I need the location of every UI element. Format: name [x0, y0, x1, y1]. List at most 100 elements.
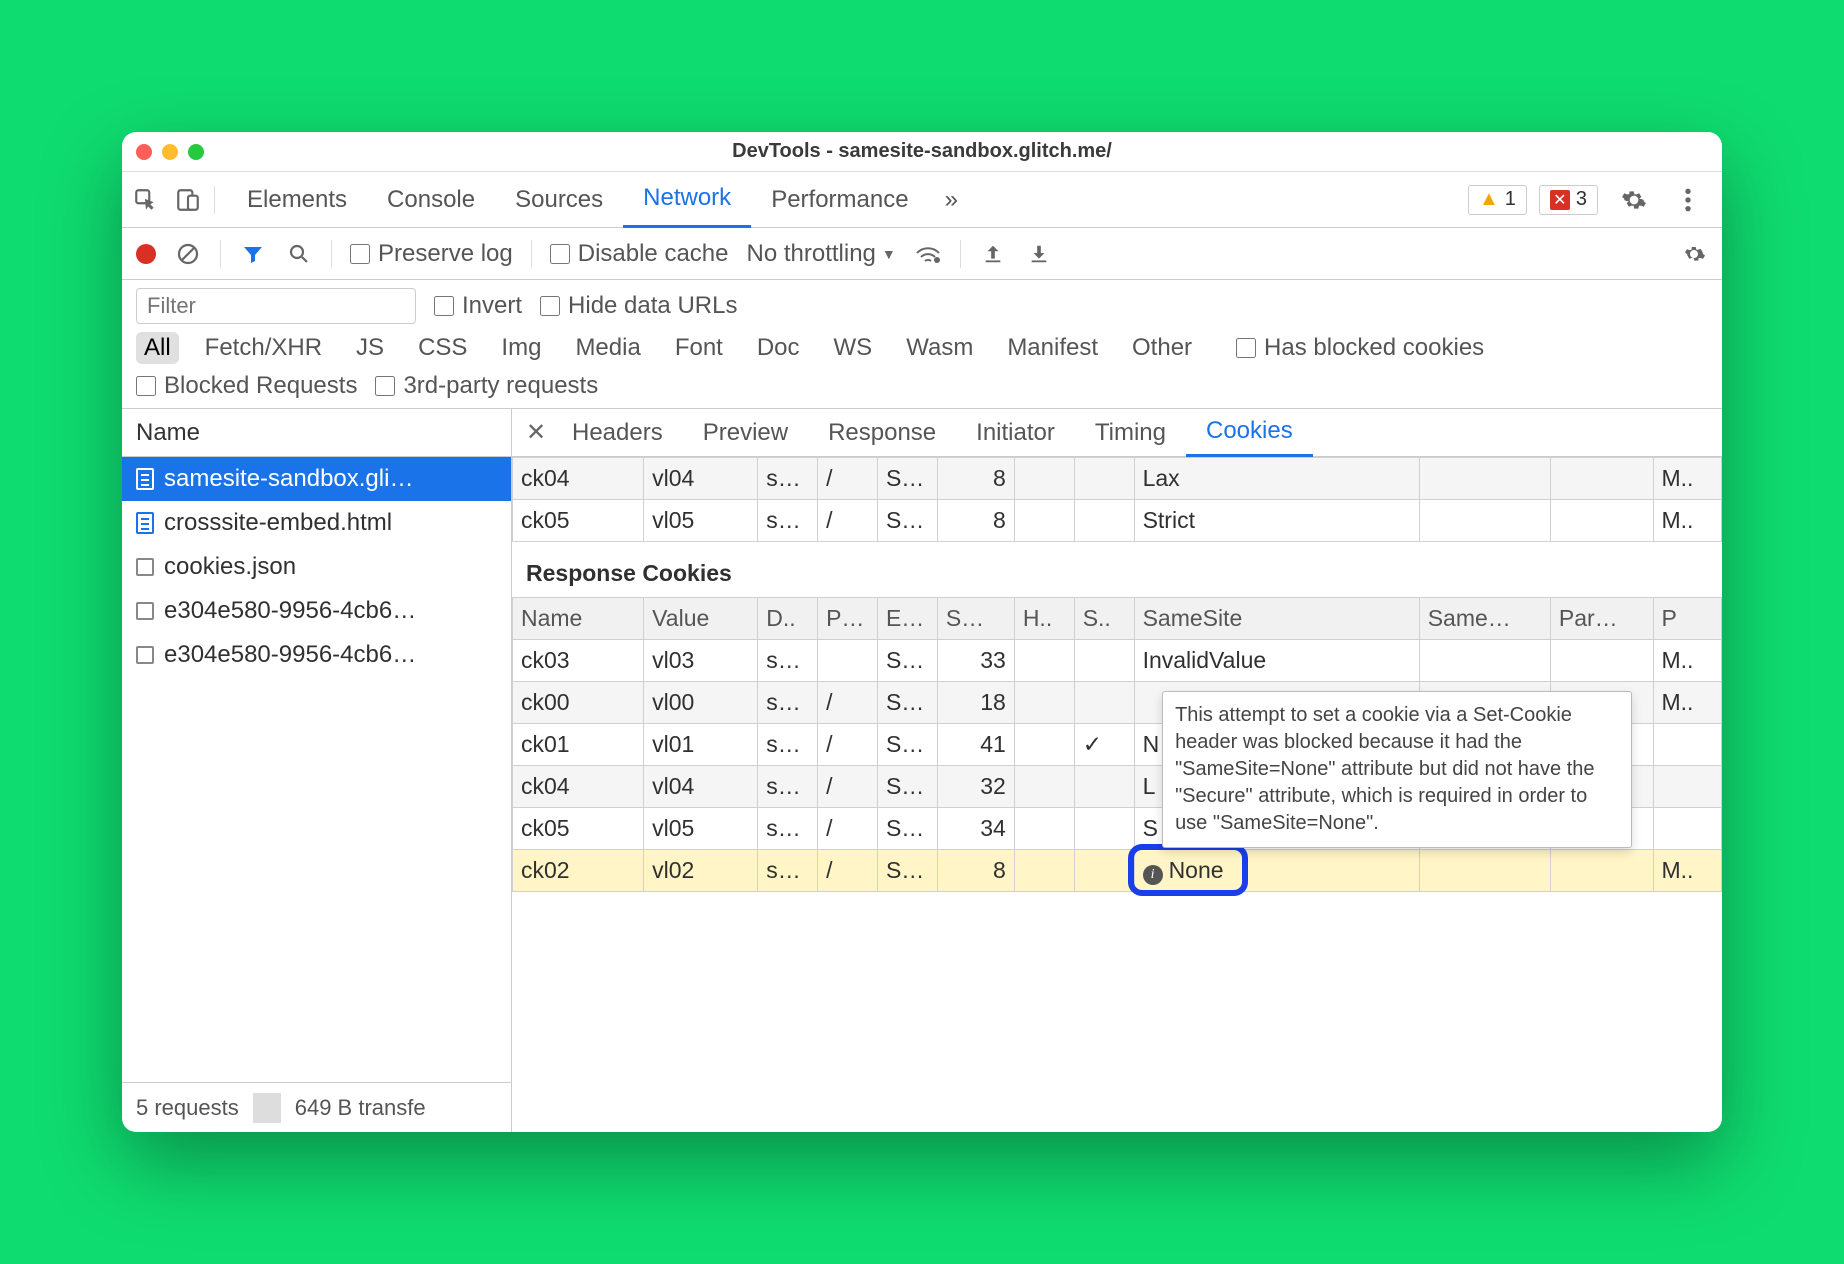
detail-tab-headers[interactable]: Headers [552, 409, 683, 457]
column-header-e[interactable]: E… [877, 598, 937, 640]
close-detail-icon[interactable]: ✕ [520, 418, 552, 447]
file-icon [136, 602, 154, 620]
detail-panel: ✕ HeadersPreviewResponseInitiatorTimingC… [512, 409, 1722, 1132]
tab-performance[interactable]: Performance [751, 172, 928, 228]
cell-d: s… [758, 850, 818, 892]
cell-s: 32 [937, 766, 1014, 808]
column-header-samesite[interactable]: SameSite [1134, 598, 1419, 640]
column-header-h[interactable]: H.. [1014, 598, 1074, 640]
request-item[interactable]: cookies.json [122, 545, 511, 589]
tab-overflow[interactable]: » [935, 172, 968, 228]
detail-tab-cookies[interactable]: Cookies [1186, 409, 1313, 457]
cell-p: / [818, 682, 878, 724]
blocked-requests-checkbox[interactable]: Blocked Requests [136, 372, 357, 400]
filter-type-other[interactable]: Other [1124, 332, 1200, 364]
detail-tab-response[interactable]: Response [808, 409, 956, 457]
table-row[interactable]: ck04vl04s…/S…8LaxM.. [513, 458, 1722, 500]
filter-type-ws[interactable]: WS [826, 332, 881, 364]
cell-name: ck01 [513, 724, 644, 766]
table-row[interactable]: ck03vl03s…S…33InvalidValueM.. [513, 640, 1722, 682]
tab-sources[interactable]: Sources [495, 172, 623, 228]
filter-type-wasm[interactable]: Wasm [898, 332, 981, 364]
cell-pri [1653, 724, 1722, 766]
detail-tab-initiator[interactable]: Initiator [956, 409, 1075, 457]
cell-name: ck05 [513, 808, 644, 850]
hide-data-urls-checkbox[interactable]: Hide data URLs [540, 292, 737, 320]
clear-icon[interactable] [174, 240, 202, 268]
request-item[interactable]: e304e580-9956-4cb6… [122, 589, 511, 633]
filter-type-manifest[interactable]: Manifest [999, 332, 1106, 364]
column-header-s[interactable]: S… [937, 598, 1014, 640]
warnings-badge[interactable]: ▲1 [1468, 185, 1527, 215]
request-item[interactable]: crosssite-embed.html [122, 501, 511, 545]
cell-d: s… [758, 500, 818, 542]
file-icon [136, 646, 154, 664]
filter-type-media[interactable]: Media [567, 332, 648, 364]
request-label: samesite-sandbox.gli… [164, 465, 413, 493]
detail-tab-timing[interactable]: Timing [1075, 409, 1186, 457]
request-label: e304e580-9956-4cb6… [164, 641, 416, 669]
network-conditions-icon[interactable] [914, 240, 942, 268]
cell-value: vl05 [644, 500, 758, 542]
column-header-p[interactable]: P… [818, 598, 878, 640]
cell-pk [1550, 500, 1653, 542]
column-header-d[interactable]: D.. [758, 598, 818, 640]
table-row[interactable]: ck05vl05s…/S…8StrictM.. [513, 500, 1722, 542]
settings-icon[interactable] [1620, 186, 1648, 214]
info-icon[interactable]: i [1143, 865, 1163, 885]
column-header-pri[interactable]: P [1653, 598, 1722, 640]
column-header-pk[interactable]: Par… [1550, 598, 1653, 640]
record-button[interactable] [136, 244, 156, 264]
cell-pk [1550, 850, 1653, 892]
main-tabbar: ElementsConsoleSourcesNetworkPerformance… [122, 172, 1722, 228]
cell-pri: M.. [1653, 850, 1722, 892]
column-header-name[interactable]: Name [513, 598, 644, 640]
table-row[interactable]: ck02vl02s…/S…8iNoneM.. [513, 850, 1722, 892]
has-blocked-cookies-checkbox[interactable]: Has blocked cookies [1236, 334, 1484, 362]
column-header-value[interactable]: Value [644, 598, 758, 640]
detail-tab-preview[interactable]: Preview [683, 409, 808, 457]
cell-p: / [818, 808, 878, 850]
tab-elements[interactable]: Elements [227, 172, 367, 228]
cell-h [1014, 682, 1074, 724]
filter-type-css[interactable]: CSS [410, 332, 475, 364]
blocked-requests-label: Blocked Requests [164, 372, 357, 400]
inspect-icon[interactable] [132, 186, 160, 214]
throttling-select[interactable]: No throttling▼ [746, 240, 895, 268]
kebab-menu-icon[interactable] [1674, 186, 1702, 214]
upload-icon[interactable] [979, 240, 1007, 268]
cell-value: vl04 [644, 766, 758, 808]
cell-d: s… [758, 724, 818, 766]
request-item[interactable]: samesite-sandbox.gli… [122, 457, 511, 501]
search-icon[interactable] [285, 240, 313, 268]
filter-type-font[interactable]: Font [667, 332, 731, 364]
tab-console[interactable]: Console [367, 172, 495, 228]
filter-type-fetch-xhr[interactable]: Fetch/XHR [197, 332, 330, 364]
tab-network[interactable]: Network [623, 172, 751, 228]
column-header-sec[interactable]: S.. [1074, 598, 1134, 640]
filter-type-all[interactable]: All [136, 332, 179, 364]
cell-samesite: InvalidValue [1134, 640, 1419, 682]
download-icon[interactable] [1025, 240, 1053, 268]
cell-d: s… [758, 458, 818, 500]
cell-pri: M.. [1653, 500, 1722, 542]
column-header-sp[interactable]: Same… [1419, 598, 1550, 640]
request-item[interactable]: e304e580-9956-4cb6… [122, 633, 511, 677]
warnings-count: 1 [1505, 188, 1516, 211]
filter-type-doc[interactable]: Doc [749, 332, 808, 364]
third-party-checkbox[interactable]: 3rd-party requests [375, 372, 598, 400]
disable-cache-checkbox[interactable]: Disable cache [550, 240, 729, 268]
filter-icon[interactable] [239, 240, 267, 268]
request-label: crosssite-embed.html [164, 509, 392, 537]
errors-badge[interactable]: ✕3 [1539, 185, 1598, 215]
cell-pri: M.. [1653, 682, 1722, 724]
filter-type-js[interactable]: JS [348, 332, 392, 364]
settings-gear-icon[interactable] [1680, 240, 1708, 268]
cell-e: S… [877, 808, 937, 850]
filter-type-img[interactable]: Img [493, 332, 549, 364]
disable-cache-label: Disable cache [578, 240, 729, 268]
device-toggle-icon[interactable] [174, 186, 202, 214]
preserve-log-checkbox[interactable]: Preserve log [350, 240, 513, 268]
filter-input[interactable] [136, 288, 416, 324]
invert-checkbox[interactable]: Invert [434, 292, 522, 320]
